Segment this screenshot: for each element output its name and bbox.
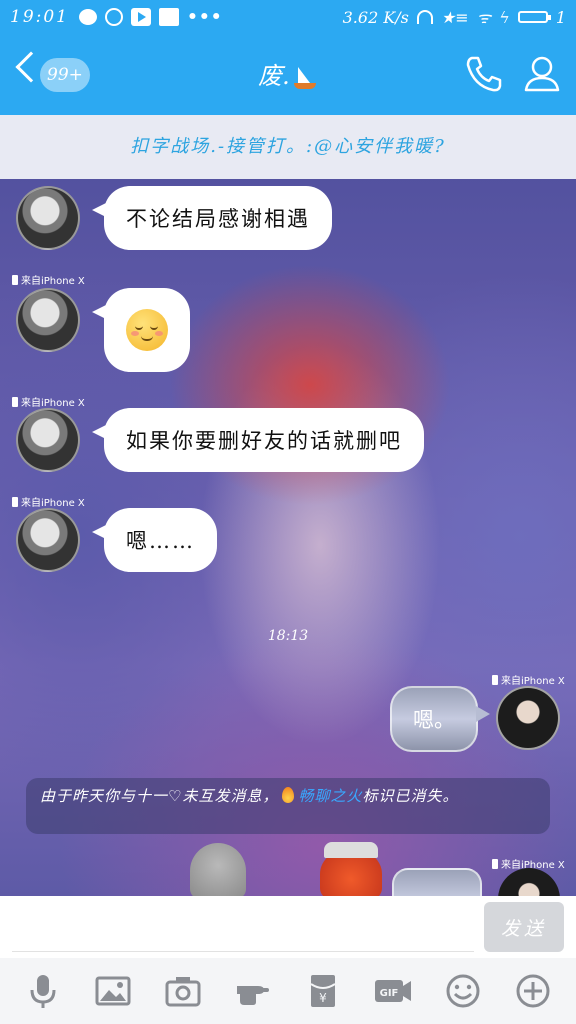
group-notice-bar[interactable]: 扣字战场.-接管打。:@心安伴我暖?	[0, 115, 576, 179]
sticker-image[interactable]	[190, 843, 246, 899]
input-underline	[12, 951, 474, 952]
plus-icon[interactable]	[513, 971, 553, 1011]
message-input[interactable]	[12, 902, 474, 952]
my-message-text: 嗯。	[413, 708, 455, 732]
sender-avatar[interactable]	[16, 408, 80, 472]
battery-level: 1	[555, 7, 566, 27]
message-bubble[interactable]: 嗯……	[92, 508, 217, 572]
message-bubble[interactable]: 如果你要删好友的话就删吧	[92, 408, 424, 472]
image-icon[interactable]	[93, 971, 133, 1011]
my-message-bubble[interactable]: 嗯。	[390, 686, 490, 752]
chat-fire-link[interactable]: 畅聊之火	[298, 787, 362, 805]
my-avatar[interactable]	[496, 686, 560, 750]
camera-icon[interactable]	[163, 971, 203, 1011]
more-notifications-icon: •••	[187, 7, 223, 27]
network-speed: 3.62 K/s	[342, 7, 409, 27]
message-bubble[interactable]	[92, 288, 190, 372]
emoji-icon[interactable]	[443, 971, 483, 1011]
chat-bubble-icon	[79, 9, 97, 25]
system-message: 由于昨天你与十一♡未互发消息， 畅聊之火标识已消失。	[26, 778, 550, 834]
device-tag: 来自iPhone X	[492, 672, 565, 687]
profile-icon[interactable]	[520, 52, 564, 96]
sender-avatar[interactable]	[16, 508, 80, 572]
headphones-icon	[416, 10, 433, 24]
input-area: 发送	[0, 896, 576, 958]
device-tag: 来自iPhone X	[12, 394, 85, 409]
status-time: 19:01	[10, 7, 69, 27]
wifi-icon: ᯤ	[476, 8, 492, 27]
sender-avatar[interactable]	[16, 288, 80, 352]
status-bar: 19:01 ••• 3.62 K/s ★≡ ᯤ ϟ 1	[0, 0, 576, 34]
signal-icon: ★≡	[440, 7, 469, 27]
clock-icon	[105, 8, 123, 26]
sender-avatar[interactable]	[16, 186, 80, 250]
device-tag: 来自iPhone X	[12, 494, 85, 509]
message-bubble[interactable]: 不论结局感谢相遇	[92, 186, 332, 250]
send-button[interactable]: 发送	[484, 902, 564, 952]
phone-icon[interactable]	[462, 52, 506, 96]
chat-title: 废.	[258, 62, 290, 90]
gif-label: GIF	[380, 988, 399, 999]
mic-icon[interactable]	[23, 971, 63, 1011]
message-text: 嗯……	[126, 529, 195, 553]
svg-text:¥: ¥	[319, 991, 327, 1005]
gif-icon[interactable]: GIF	[373, 971, 413, 1011]
smiley-emoji-icon	[126, 309, 168, 351]
mail-icon	[159, 8, 179, 26]
device-tag: 来自iPhone X	[12, 272, 85, 287]
sailboat-icon	[292, 65, 318, 91]
battery-icon	[517, 11, 551, 23]
flame-icon	[282, 787, 295, 803]
sticker-image[interactable]	[320, 842, 382, 900]
message-timestamp: 18:13	[267, 628, 309, 644]
message-text: 如果你要删好友的话就删吧	[126, 429, 402, 453]
video-icon	[131, 8, 151, 26]
group-notice-text: 扣字战场.-接管打。:@心安伴我暖?	[130, 136, 446, 157]
red-packet-icon[interactable]: ¥	[303, 971, 343, 1011]
input-toolbar: ¥ GIF	[0, 958, 576, 1024]
message-text: 不论结局感谢相遇	[126, 207, 310, 231]
chat-header: 99+ 废.	[0, 34, 576, 115]
poke-icon[interactable]	[233, 971, 273, 1011]
charging-icon: ϟ	[499, 7, 510, 27]
